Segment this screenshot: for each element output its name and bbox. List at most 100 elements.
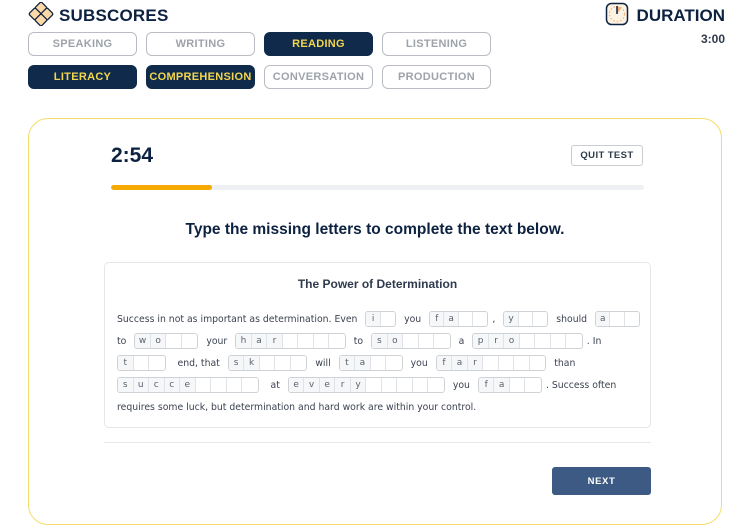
letter-input[interactable]: [403, 334, 419, 348]
letter-input[interactable]: [459, 312, 474, 326]
letter-input[interactable]: [625, 312, 639, 326]
letter-input[interactable]: [182, 334, 198, 348]
tab-production[interactable]: PRODUCTION: [382, 65, 491, 89]
passage-panel: The Power of Determination Success in no…: [104, 262, 651, 428]
letter-input[interactable]: [428, 378, 444, 392]
letter-input[interactable]: [519, 312, 533, 326]
missing-word-input: fa: [429, 311, 489, 327]
test-card: 2:54 QUIT TEST Type the missing letters …: [28, 118, 722, 525]
missing-word-input: wo: [134, 333, 199, 349]
letter-input[interactable]: [473, 312, 487, 326]
letter-input[interactable]: [166, 334, 182, 348]
passage-text: you: [452, 379, 470, 391]
given-letter: a: [444, 312, 459, 326]
passage-text: . Success often: [545, 379, 617, 391]
missing-word-input: every: [287, 377, 445, 393]
tab-writing[interactable]: WRITING: [146, 32, 255, 56]
subscores-title: SUBSCORES: [59, 6, 169, 25]
letter-input[interactable]: [211, 378, 227, 392]
letter-input[interactable]: [134, 356, 149, 370]
tab-listening[interactable]: LISTENING: [382, 32, 491, 56]
letter-input[interactable]: [525, 378, 541, 392]
letter-input[interactable]: [499, 356, 515, 370]
letter-input[interactable]: [397, 378, 413, 392]
passage-text: end, that: [177, 357, 220, 369]
passage-text: to: [353, 335, 364, 347]
letter-input[interactable]: [382, 378, 398, 392]
letter-input[interactable]: [419, 334, 435, 348]
letter-input[interactable]: [386, 356, 402, 370]
letter-input[interactable]: [298, 334, 314, 348]
given-letter: f: [436, 356, 453, 370]
letter-input[interactable]: [275, 356, 291, 370]
given-letter: t: [118, 356, 134, 370]
passage-text: your: [206, 335, 228, 347]
passage-text: should: [556, 313, 588, 325]
letter-input[interactable]: [329, 334, 345, 348]
letter-input[interactable]: [291, 356, 307, 370]
passage-text: Success in not as important as determina…: [117, 313, 358, 325]
given-letter: p: [473, 334, 489, 348]
tab-literacy[interactable]: LITERACY: [28, 65, 137, 89]
letter-input[interactable]: [610, 312, 625, 326]
tab-speaking[interactable]: SPEAKING: [28, 32, 137, 56]
given-letter: k: [244, 356, 260, 370]
letter-input[interactable]: [483, 356, 499, 370]
given-letter: a: [251, 334, 268, 348]
letter-input[interactable]: [533, 312, 547, 326]
letter-input[interactable]: [242, 378, 258, 392]
next-button[interactable]: NEXT: [552, 467, 651, 495]
letter-input[interactable]: [196, 378, 211, 392]
passage-text: to: [117, 335, 127, 347]
letter-input[interactable]: [520, 334, 536, 348]
letter-input[interactable]: [530, 356, 546, 370]
given-letter: e: [288, 378, 305, 392]
letter-input[interactable]: [551, 334, 567, 348]
passage-text: you: [410, 357, 428, 369]
letter-input[interactable]: [227, 378, 242, 392]
passage-text: than: [554, 357, 576, 369]
letter-input[interactable]: [314, 334, 330, 348]
letter-input[interactable]: [413, 378, 429, 392]
letter-input[interactable]: [510, 378, 526, 392]
tab-conversation[interactable]: CONVERSATION: [264, 65, 373, 89]
given-letter: u: [133, 378, 149, 392]
given-letter: s: [228, 356, 245, 370]
missing-word-input: har: [235, 333, 346, 349]
divider: [104, 442, 651, 443]
subscores-header: SUBSCORES SPEAKING WRITING READING LISTENIN…: [28, 1, 491, 89]
given-letter: f: [430, 312, 445, 326]
letter-input[interactable]: [434, 334, 450, 348]
passage-title: The Power of Determination: [297, 277, 458, 291]
given-letter: r: [267, 334, 283, 348]
missing-word-input: i: [365, 311, 397, 327]
missing-word-input: t: [117, 355, 166, 371]
tab-reading[interactable]: READING: [264, 32, 373, 56]
letter-input[interactable]: [371, 356, 387, 370]
passage-line: s u c c e at e v e r y you f a. Success often: [117, 374, 642, 396]
passage-line: t end, that s k will t a you f a r than: [117, 352, 642, 374]
letter-input[interactable]: [149, 356, 165, 370]
letter-input[interactable]: [260, 356, 276, 370]
subscores-brand: SUBSCORES: [28, 1, 491, 28]
letter-input[interactable]: [514, 356, 530, 370]
given-letter: i: [366, 312, 381, 326]
given-letter: r: [467, 356, 484, 370]
passage-text: requires some luck, but determination an…: [117, 401, 477, 413]
letter-input[interactable]: [566, 334, 582, 348]
duration-header: DURATION 3:00: [605, 2, 725, 46]
missing-word-input: far: [435, 355, 547, 371]
passage-text: a: [458, 335, 465, 347]
passage-line: to w o your h a r to s o a p r o. In: [117, 330, 642, 352]
duration-title: DURATION: [636, 6, 725, 25]
missing-word-input: so: [371, 333, 451, 349]
letter-input[interactable]: [535, 334, 551, 348]
letter-input[interactable]: [283, 334, 299, 348]
letter-input[interactable]: [366, 378, 382, 392]
subskill-tabs: LITERACY COMPREHENSION CONVERSATION PRODUCT…: [28, 65, 491, 89]
given-letter: s: [118, 378, 134, 392]
letter-input[interactable]: [381, 312, 395, 326]
tab-comprehension[interactable]: COMPREHENSION: [146, 65, 255, 89]
passage-text: ,: [492, 313, 496, 325]
quit-test-button[interactable]: QUIT TEST: [571, 145, 643, 166]
